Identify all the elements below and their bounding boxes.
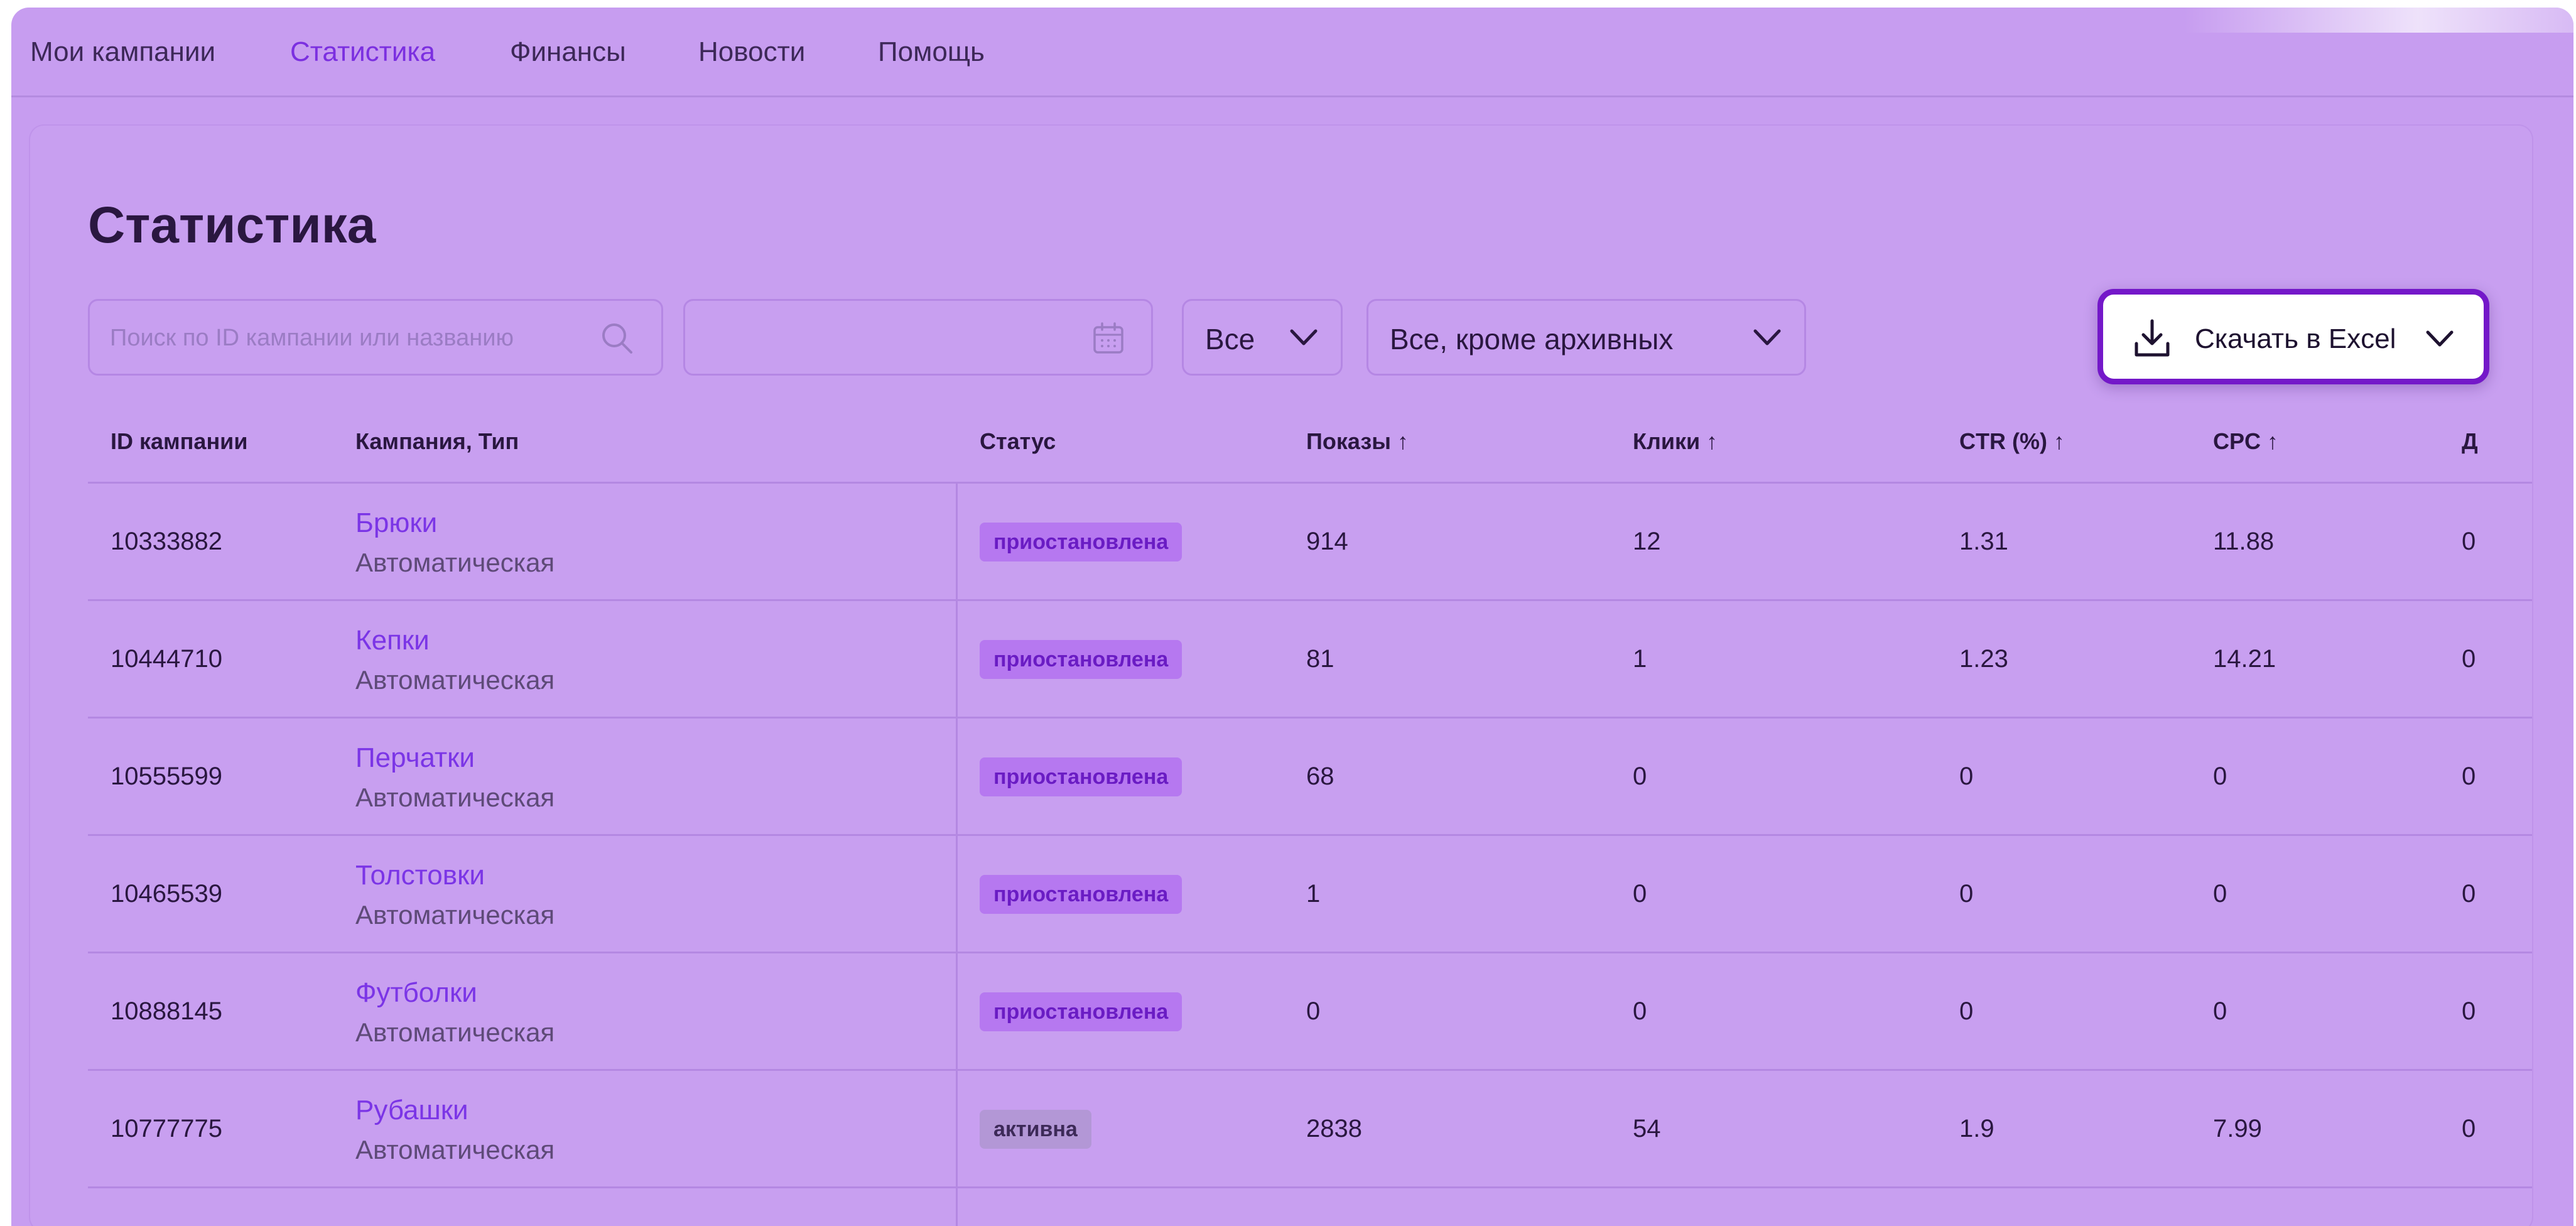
table-row[interactable]: 10888145 Футболки Автоматическая приоста… — [88, 953, 2532, 1071]
campaign-type: Автоматическая — [355, 900, 555, 930]
campaign-name-link[interactable]: Кепки — [355, 625, 430, 656]
download-excel-button[interactable]: Скачать в Excel — [2097, 289, 2489, 384]
chevron-down-icon[interactable] — [2425, 327, 2455, 350]
status-badge: приостановлена — [980, 640, 1182, 679]
page-title: Статистика — [88, 197, 376, 254]
column-header-more[interactable]: Д — [2462, 428, 2478, 455]
shows-value: 81 — [1306, 645, 1334, 673]
column-divider — [956, 484, 958, 1226]
table-row[interactable]: 10777775 Рубашки Автоматическая активна … — [88, 1071, 2532, 1188]
clicks-value: 0 — [1633, 762, 1647, 790]
table-row[interactable]: 10333882 Брюки Автоматическая приостанов… — [88, 484, 2532, 601]
cpc-value: 0 — [2213, 880, 2227, 908]
extra-value: 0 — [2462, 528, 2476, 555]
table-row[interactable]: 10444710 Кепки Автоматическая приостанов… — [88, 601, 2532, 719]
download-excel-label: Скачать в Excel — [2195, 323, 2396, 354]
status-badge: приостановлена — [980, 875, 1182, 914]
table-row[interactable]: 10555599 Перчатки Автоматическая приоста… — [88, 719, 2532, 836]
ctr-value: 1.23 — [1959, 645, 2008, 673]
statistics-panel: Статистика Все — [30, 126, 2532, 1226]
campaign-type: Автоматическая — [355, 665, 555, 695]
chevron-down-icon — [1290, 329, 1318, 345]
search-input[interactable] — [109, 301, 588, 375]
status-badge: активна — [980, 1110, 1091, 1149]
nav-item-news[interactable]: Новости — [698, 36, 805, 68]
campaign-type: Автоматическая — [355, 548, 555, 577]
extra-value: 0 — [2462, 762, 2476, 790]
status-filter-select[interactable]: Все, кроме архивных — [1366, 299, 1806, 376]
ctr-value: 1.9 — [1959, 1115, 1994, 1142]
shows-value: 0 — [1306, 997, 1321, 1025]
ctr-value: 0 — [1959, 880, 1974, 908]
shows-value: 2838 — [1306, 1115, 1362, 1142]
campaign-type: Автоматическая — [355, 1017, 555, 1047]
nav-item-my-campaigns[interactable]: Мои кампании — [30, 36, 215, 68]
type-filter-select[interactable]: Все — [1182, 299, 1343, 376]
date-range-picker[interactable] — [683, 299, 1153, 376]
campaign-name-link[interactable]: Футболки — [355, 977, 477, 1009]
cpc-value: 14.21 — [2213, 645, 2276, 673]
calendar-icon[interactable] — [1090, 320, 1127, 357]
cpc-value: 7.99 — [2213, 1115, 2262, 1142]
type-filter-value: Все — [1205, 323, 1255, 355]
campaign-name-link[interactable]: Рубашки — [355, 1095, 468, 1126]
clicks-value: 1 — [1633, 645, 1647, 673]
clicks-value: 0 — [1633, 880, 1647, 908]
status-filter-value: Все, кроме архивных — [1390, 323, 1674, 355]
status-badge: приостановлена — [980, 992, 1182, 1031]
cpc-value: 0 — [2213, 762, 2227, 790]
ctr-value: 0 — [1959, 762, 1974, 790]
shows-value: 1 — [1306, 880, 1321, 908]
campaign-name-link[interactable]: Толстовки — [355, 860, 485, 891]
shows-value: 68 — [1306, 762, 1334, 790]
extra-value: 0 — [2462, 880, 2476, 908]
campaign-id: 10888145 — [111, 997, 222, 1025]
column-header-clicks[interactable]: Клики ↑ — [1633, 428, 1718, 455]
chevron-down-icon — [1753, 329, 1781, 345]
extra-value: 0 — [2462, 1115, 2476, 1142]
column-header-id[interactable]: ID кампании — [111, 428, 247, 455]
nav-item-statistics[interactable]: Статистика — [290, 36, 435, 68]
cpc-value: 11.88 — [2213, 528, 2275, 555]
campaign-name-link[interactable]: Перчатки — [355, 742, 475, 774]
nav-item-finance[interactable]: Финансы — [510, 36, 626, 68]
column-header-campaign[interactable]: Кампания, Тип — [355, 428, 519, 455]
campaign-type: Автоматическая — [355, 783, 555, 812]
ctr-value: 1.31 — [1959, 528, 2008, 555]
search-box — [88, 299, 663, 376]
download-icon — [2135, 319, 2170, 357]
status-badge: приостановлена — [980, 757, 1182, 796]
campaign-id: 10444710 — [111, 645, 222, 673]
campaign-id: 10555599 — [111, 762, 222, 790]
column-header-status[interactable]: Статус — [980, 428, 1056, 455]
campaign-type: Автоматическая — [355, 1135, 555, 1164]
ctr-value: 0 — [1959, 997, 1974, 1025]
campaign-id: 10333882 — [111, 528, 222, 555]
column-header-cpc[interactable]: CPC ↑ — [2213, 428, 2278, 455]
table-row[interactable]: 10465539 Толстовки Автоматическая приост… — [88, 836, 2532, 953]
clicks-value: 54 — [1633, 1115, 1661, 1142]
clicks-value: 12 — [1633, 528, 1661, 555]
campaign-id: 10465539 — [111, 880, 222, 908]
nav-item-help[interactable]: Помощь — [878, 36, 985, 68]
status-badge: приостановлена — [980, 523, 1182, 561]
app-window: Мои кампании Статистика Финансы Новости … — [11, 8, 2573, 1226]
clicks-value: 0 — [1633, 997, 1647, 1025]
top-navigation: Мои кампании Статистика Финансы Новости … — [11, 8, 2573, 97]
column-header-shows[interactable]: Показы ↑ — [1306, 428, 1409, 455]
campaign-id: 10777775 — [111, 1115, 222, 1142]
column-header-ctr[interactable]: CTR (%) ↑ — [1959, 428, 2065, 455]
extra-value: 0 — [2462, 645, 2476, 673]
cpc-value: 0 — [2213, 997, 2227, 1025]
search-icon[interactable] — [598, 320, 636, 357]
extra-value: 0 — [2462, 997, 2476, 1025]
shows-value: 914 — [1306, 528, 1348, 555]
campaign-name-link[interactable]: Брюки — [355, 507, 437, 539]
